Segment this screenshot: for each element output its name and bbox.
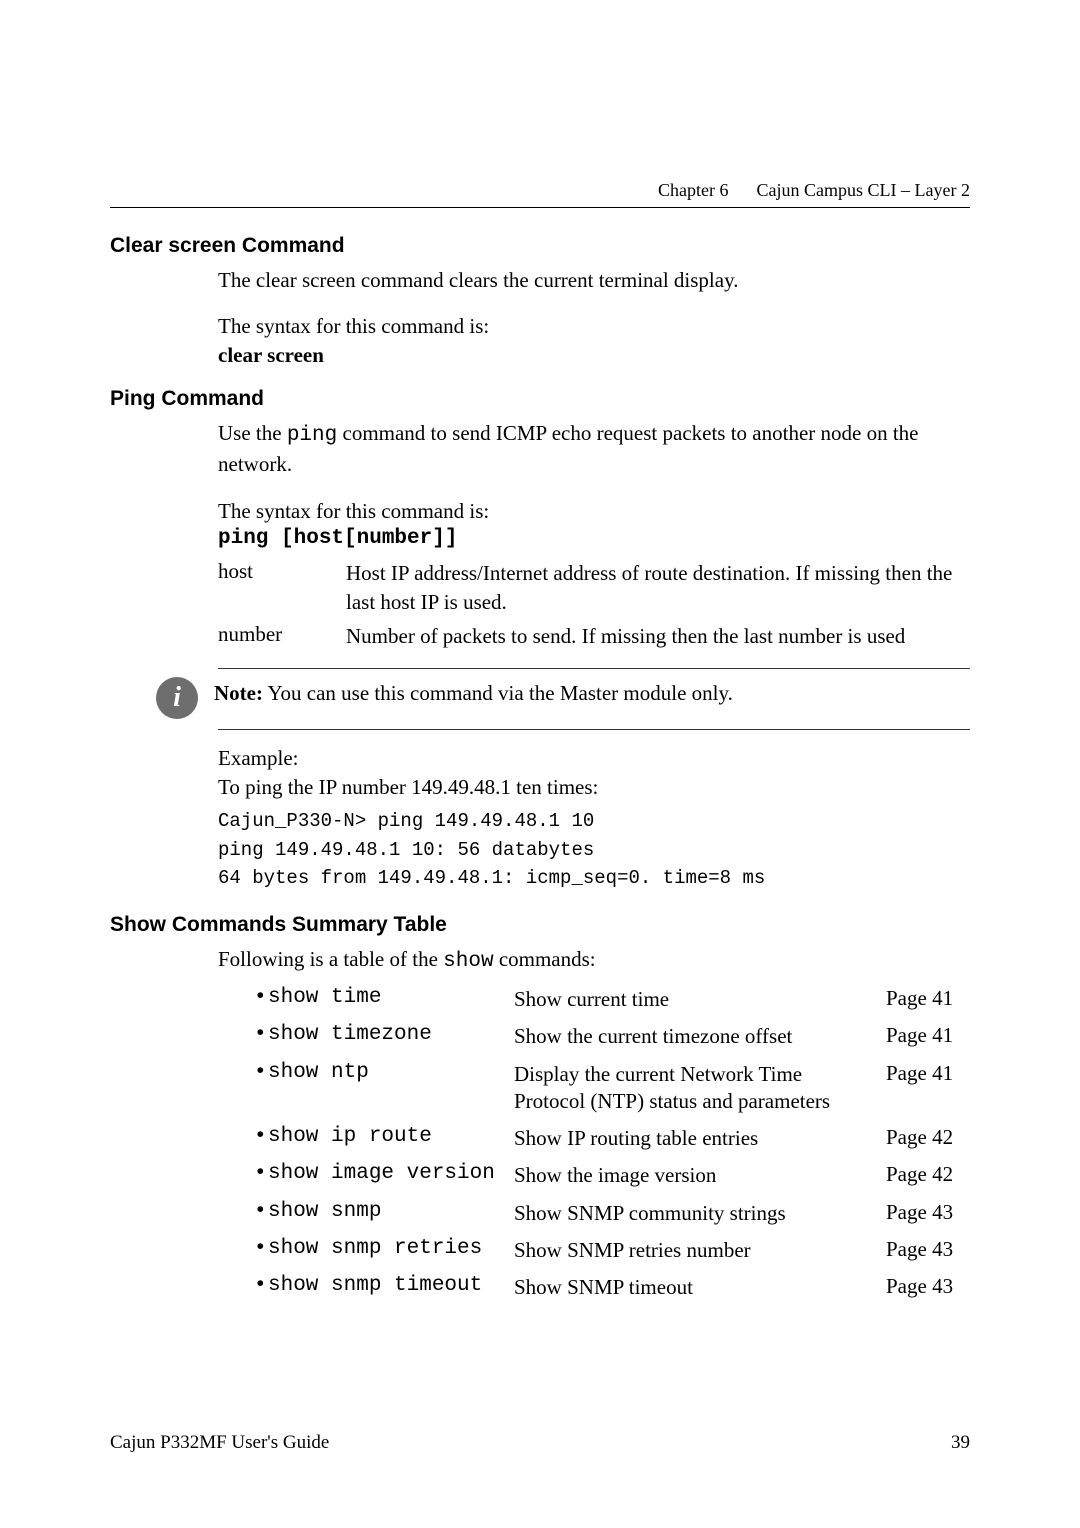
cmd-desc: Show IP routing table entries [514,1125,886,1152]
page-header: Chapter 6 Cajun Campus CLI – Layer 2 [110,180,970,207]
table-row: •show snmp timeout Show SNMP timeout Pag… [254,1274,970,1301]
example-label: Example: [218,744,970,772]
chapter-label: Chapter 6 [658,180,728,201]
param-name: number [218,622,318,650]
info-icon: i [156,677,198,719]
note-body: You can use this command via the Master … [263,681,733,705]
section-show-title: Show Commands Summary Table [110,913,970,937]
cmd-name: show time [268,986,381,1009]
cmd-desc: Show SNMP community strings [514,1200,886,1227]
cmd-name: show snmp [268,1200,381,1223]
param-desc: Host IP address/Internet address of rout… [346,559,970,616]
section-ping-title: Ping Command [110,387,970,411]
cmd-page: Page 42 [886,1125,970,1150]
cmd-name: show snmp retries [268,1237,482,1260]
section-ping-body: Use the ping command to send ICMP echo r… [110,419,970,893]
cmd-page: Page 41 [886,1061,970,1086]
cmd-page: Page 43 [886,1274,970,1299]
cmd-name: show ntp [268,1061,369,1084]
syntax-command: clear screen [218,341,970,369]
chapter-title: Cajun Campus CLI – Layer 2 [757,180,970,201]
param-desc: Number of packets to send. If missing th… [346,622,970,650]
show-intro-mono: show [443,950,493,973]
cmd-desc: Display the current Network Time Protoco… [514,1061,886,1116]
note-text: Note: You can use this command via the M… [214,679,733,707]
cmd-name: show snmp timeout [268,1274,482,1297]
table-row: •show ntp Display the current Network Ti… [254,1061,970,1116]
ping-desc-pre: Use the [218,421,287,445]
cmd-desc: Show SNMP retries number [514,1237,886,1264]
header-rule [110,207,970,208]
table-row: •show timezone Show the current timezone… [254,1023,970,1050]
section-show-intro: Following is a table of the show command… [110,945,970,976]
example-body: To ping the IP number 149.49.48.1 ten ti… [218,773,970,801]
table-row: •show time Show current time Page 41 [254,986,970,1013]
note-block: i Note: You can use this command via the… [156,679,970,719]
syntax-label: The syntax for this command is: [218,497,970,525]
page-footer: Cajun P332MF User's Guide 39 [110,1432,970,1454]
clear-screen-description: The clear screen command clears the curr… [218,266,970,294]
table-row: •show snmp retries Show SNMP retries num… [254,1237,970,1264]
ping-description: Use the ping command to send ICMP echo r… [218,419,970,479]
cmd-page: Page 43 [886,1200,970,1225]
table-row: •show image version Show the image versi… [254,1162,970,1189]
table-row: •show snmp Show SNMP community strings P… [254,1200,970,1227]
section-clear-screen-body: The clear screen command clears the curr… [110,266,970,369]
cmd-desc: Show current time [514,986,886,1013]
note-rule-top [218,668,970,669]
syntax-command: ping [host[number]] [218,525,970,553]
show-intro-pre: Following is a table of the [218,947,443,971]
cmd-page: Page 41 [886,986,970,1011]
table-row: •show ip route Show IP routing table ent… [254,1125,970,1152]
cmd-name: show timezone [268,1023,432,1046]
show-intro-text: Following is a table of the show command… [218,945,970,976]
cmd-desc: Show the current timezone offset [514,1023,886,1050]
cmd-page: Page 42 [886,1162,970,1187]
cmd-name: show ip route [268,1125,432,1148]
cmd-name: show image version [268,1162,495,1185]
param-row-host: host Host IP address/Internet address of… [218,559,970,616]
example-code: Cajun_P330-N> ping 149.49.48.1 10 ping 1… [218,807,970,893]
cmd-desc: Show the image version [514,1162,886,1189]
ping-desc-mono: ping [287,424,337,447]
cmd-desc: Show SNMP timeout [514,1274,886,1301]
section-clear-screen-title: Clear screen Command [110,234,970,258]
footer-left: Cajun P332MF User's Guide [110,1432,329,1454]
note-label: Note: [214,681,263,705]
cmd-page: Page 41 [886,1023,970,1048]
note-rule-bottom [218,729,970,730]
param-row-number: number Number of packets to send. If mis… [218,622,970,650]
show-intro-post: commands: [494,947,596,971]
show-commands-table: •show time Show current time Page 41 •sh… [110,986,970,1302]
syntax-label: The syntax for this command is: [218,312,970,340]
cmd-page: Page 43 [886,1237,970,1262]
param-name: host [218,559,318,616]
footer-page-number: 39 [951,1432,970,1454]
